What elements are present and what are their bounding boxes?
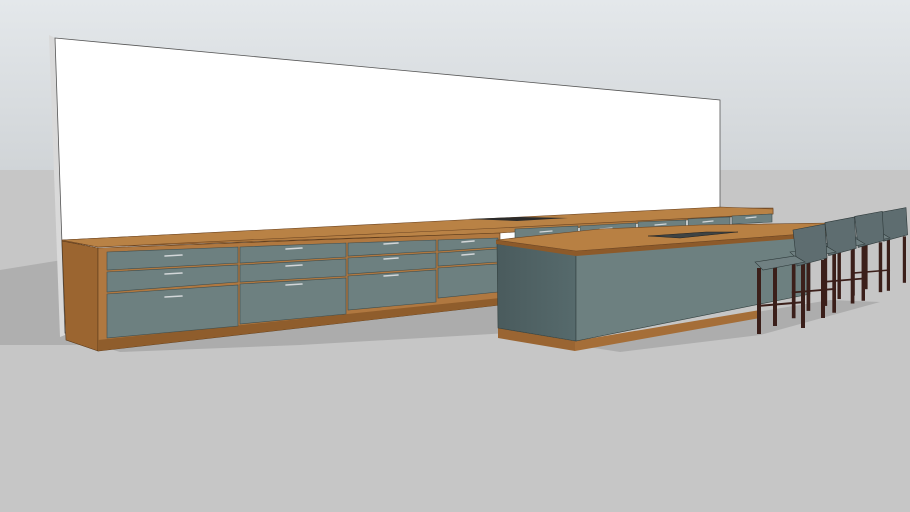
handle — [164, 295, 183, 298]
stool-leg — [850, 250, 855, 304]
stool-leg — [832, 253, 836, 313]
island-left-face — [496, 243, 577, 342]
handle — [383, 257, 399, 260]
stool-leg — [861, 245, 865, 301]
handle — [383, 274, 399, 277]
stool-leg — [773, 266, 777, 326]
stool-leg — [791, 257, 796, 319]
handle — [285, 283, 303, 286]
kitchen-3d-model-render — [0, 0, 910, 512]
stool-leg — [801, 264, 805, 328]
handle — [164, 272, 183, 275]
drawer — [437, 263, 499, 299]
handle — [285, 264, 303, 267]
stool-leg — [878, 242, 883, 293]
stool-leg — [886, 239, 890, 291]
stool-leg — [837, 247, 841, 300]
stool-leg — [806, 255, 811, 311]
handle — [461, 253, 475, 256]
stool-leg — [757, 268, 761, 334]
handle — [383, 242, 399, 245]
stool-leg — [821, 260, 825, 318]
back-counter-end-panel — [61, 240, 99, 352]
handle — [285, 247, 303, 250]
handle — [164, 254, 183, 257]
handle — [461, 240, 475, 243]
drawer — [731, 213, 773, 225]
stool-leg — [902, 236, 906, 283]
